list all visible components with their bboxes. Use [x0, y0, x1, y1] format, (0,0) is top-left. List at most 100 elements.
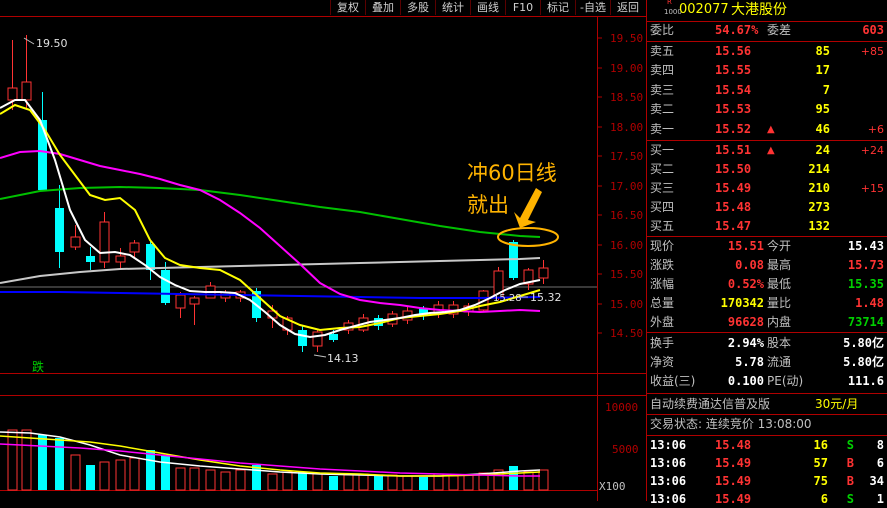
bid-change: +24 — [860, 144, 884, 157]
candle-body — [99, 221, 110, 263]
volume-axis: 10000 5000 X100 — [599, 401, 639, 493]
volume-bar — [175, 467, 186, 491]
toolbar-watchlist-button[interactable]: -自选 — [575, 0, 610, 15]
volume-bar — [329, 476, 338, 490]
stat-label: 流通 — [767, 355, 792, 369]
stat-label: 换手 — [650, 336, 675, 350]
annotation-text-line2: 就出 — [467, 193, 509, 217]
ad-row[interactable]: 自动续费通达信普及版 30元/月 — [647, 396, 887, 413]
ask-label: 卖一 — [650, 121, 675, 136]
chart-toolbar: 复权 叠加 多股 统计 画线 F10 标记 -自选 返回 — [0, 0, 645, 16]
bid-volume: 24 — [815, 143, 830, 157]
candle-body — [21, 81, 32, 101]
bid-level-row: 买四 15.48 273 — [647, 199, 887, 216]
ask-change: +85 — [860, 45, 884, 58]
toolbar-overlay-button[interactable]: 叠加 — [365, 0, 400, 15]
quote-label: 外盘 — [650, 315, 675, 329]
quote-label: 量比 — [767, 296, 792, 310]
bid-change: +15 — [860, 182, 884, 195]
bid-level-row: 买二 15.50 214 — [647, 161, 887, 178]
diff-value: 603 — [862, 23, 884, 37]
volume-tick: 10000 — [605, 401, 638, 414]
ask-volume: 85 — [815, 44, 830, 58]
ask-price: 15.54 — [715, 82, 752, 97]
stat-label: 股本 — [767, 336, 792, 350]
quote-row: 现价 15.51 今开 15.43 — [647, 238, 887, 255]
ask-label: 卖三 — [650, 82, 675, 97]
volume-bar — [70, 454, 81, 491]
volume-bar — [235, 469, 246, 491]
low-marker-arrow — [313, 354, 327, 358]
ask-change: +6 — [867, 122, 884, 136]
badge-top: R — [667, 0, 672, 6]
quote-label: 最低 — [767, 277, 792, 291]
bid-price: 15.50 — [715, 162, 752, 176]
toolbar-draw-button[interactable]: 画线 — [470, 0, 505, 15]
volume-bars — [7, 429, 549, 491]
bid-level-row: 买一 15.51 ▲ 24 +24 — [647, 142, 887, 159]
ask-level-row: 卖四 15.55 17 — [647, 62, 887, 79]
ask-volume: 17 — [815, 63, 830, 78]
price-tick: 17.50 — [610, 150, 643, 163]
tick-side: B — [846, 474, 854, 488]
toolbar-back-button[interactable]: 返回 — [610, 0, 645, 15]
ad-text[interactable]: 自动续费通达信普及版 — [650, 396, 770, 413]
toolbar-multi-stock-button[interactable]: 多股 — [400, 0, 435, 15]
stats-row: 净资 5.78 流通 5.80亿 — [647, 354, 887, 371]
volume-bar — [252, 465, 261, 490]
ask-level-row: 卖一 15.52 ▲ 46 +6 — [647, 121, 887, 138]
stat-value: 5.80亿 — [843, 355, 884, 369]
tick-time: 13:06 — [650, 474, 687, 488]
ma-grey-line — [0, 257, 541, 284]
tick-time: 13:06 — [650, 438, 687, 452]
ma-blue-line — [0, 291, 541, 299]
stat-value: 5.80亿 — [843, 336, 884, 350]
tick-side: S — [846, 438, 854, 452]
volume-bar — [267, 473, 278, 491]
ask-level-row: 卖二 15.53 95 — [647, 101, 887, 118]
volume-bar — [538, 469, 549, 491]
stat-value: 0.100 — [727, 374, 764, 388]
stat-label: 收益(三) — [650, 374, 696, 388]
quote-label: 内盘 — [767, 315, 792, 329]
kline-chart[interactable]: 19.50 19.00 18.50 18.00 17.50 17.00 16.5… — [0, 16, 646, 501]
quote-label: 总量 — [650, 296, 675, 310]
quote-panel: R 1000 002077 大港股份 委比 54.67% 委差 603 卖五 1… — [646, 0, 887, 506]
price-tick: 17.00 — [610, 180, 643, 193]
quote-value: 15.43 — [847, 239, 884, 253]
ad-price[interactable]: 30元/月 — [815, 396, 858, 413]
quote-row: 涨跌 0.08 最高 15.73 — [647, 257, 887, 274]
price-tick: 19.50 — [610, 32, 643, 45]
volume-bar — [523, 471, 534, 491]
volume-bar — [161, 455, 170, 490]
toolbar-mark-button[interactable]: 标记 — [540, 0, 575, 15]
volume-bar — [374, 476, 383, 490]
quote-value: 0.08 — [735, 258, 764, 272]
bid-volume: 210 — [808, 181, 830, 195]
stat-label: PE(动) — [767, 374, 804, 388]
price-tick: 15.00 — [610, 298, 643, 311]
tick-row: 13:06 15.49 6 S 1 — [647, 491, 887, 508]
bid-volume: 132 — [808, 219, 830, 233]
quote-row: 外盘 96628 内盘 73714 — [647, 314, 887, 331]
volume-bar — [358, 473, 369, 491]
order-ratio-row: 委比 54.67% 委差 603 — [647, 22, 887, 39]
price-tick: 19.00 — [610, 62, 643, 75]
tick-price: 15.49 — [715, 492, 752, 506]
volume-unit-label: X100 — [599, 480, 626, 493]
price-tick: 15.50 — [610, 268, 643, 281]
volume-bar — [312, 473, 323, 491]
stat-value: 111.6 — [847, 374, 884, 388]
stat-value: 2.94% — [727, 336, 764, 350]
toolbar-stats-button[interactable]: 统计 — [435, 0, 470, 15]
candle-body — [70, 236, 81, 248]
quote-row: 总量 170342 量比 1.48 — [647, 295, 887, 312]
tick-side: B — [846, 456, 854, 470]
trade-status-row: 交易状态: 连续竞价 13:08:00 — [647, 416, 887, 433]
quote-row: 涨幅 0.52% 最低 15.35 — [647, 276, 887, 293]
quote-value: 1.48 — [855, 296, 884, 310]
toolbar-fuquan-button[interactable]: 复权 — [330, 0, 365, 15]
candle-body — [538, 267, 549, 279]
quote-value: 0.52% — [727, 277, 764, 291]
toolbar-f10-button[interactable]: F10 — [505, 0, 540, 15]
